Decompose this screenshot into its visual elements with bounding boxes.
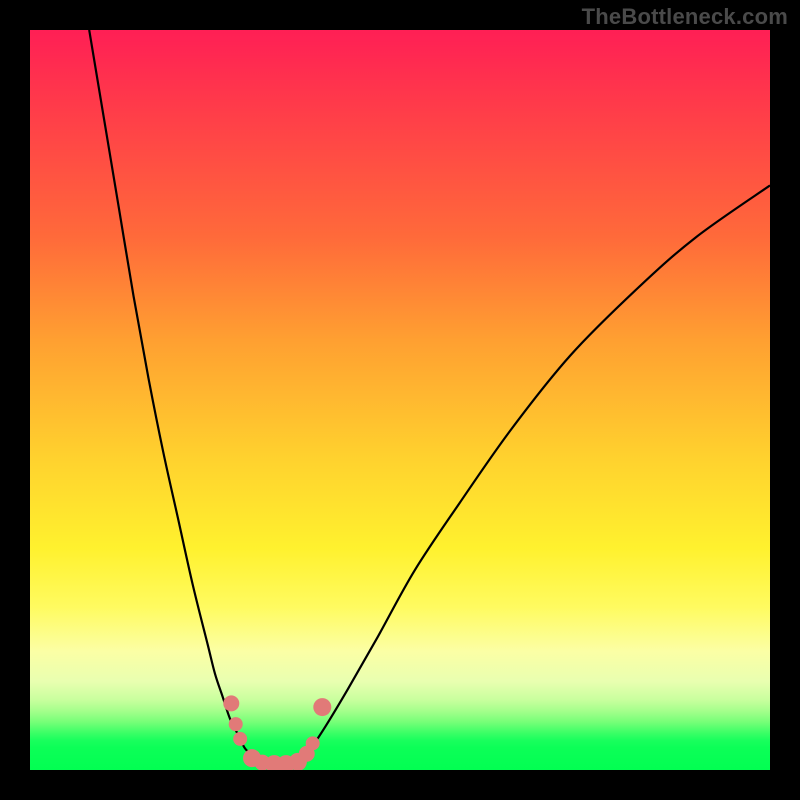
data-marker <box>229 717 243 731</box>
watermark-text: TheBottleneck.com <box>582 4 788 30</box>
data-marker <box>313 698 331 716</box>
data-marker <box>233 732 247 746</box>
data-marker <box>223 695 239 711</box>
curve-right <box>304 185 770 755</box>
curve-left <box>89 30 252 755</box>
chart-stage: TheBottleneck.com <box>0 0 800 800</box>
marker-group <box>223 695 331 770</box>
chart-overlay <box>30 30 770 770</box>
data-marker <box>306 736 320 750</box>
plot-area <box>30 30 770 770</box>
